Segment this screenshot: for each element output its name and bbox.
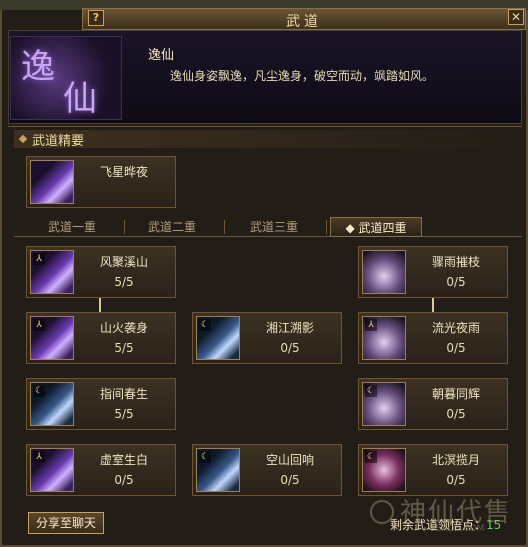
remaining-points-value: 15 bbox=[486, 518, 502, 532]
skill-node-name: 朝暮同辉 bbox=[431, 387, 480, 401]
skill-node-liuguangyeyu[interactable]: ⅄ 流光夜雨 0/5 bbox=[358, 312, 508, 364]
skill-node-name: 风聚溪山 bbox=[99, 255, 148, 269]
blue-slash-icon: ☾ bbox=[196, 316, 240, 360]
skill-node-progress: 0/5 bbox=[280, 341, 300, 355]
skill-node-name: 山火袭身 bbox=[99, 321, 148, 335]
blue-slash-icon: ☾ bbox=[30, 382, 74, 426]
essentials-node-name: 飞星晔夜 bbox=[99, 165, 148, 179]
skill-node-name: 湘江溯影 bbox=[265, 321, 314, 335]
emblem-glyph-2: 仙 bbox=[63, 79, 97, 119]
purple-slash-icon bbox=[30, 160, 74, 204]
essentials-node[interactable]: 飞星晔夜 bbox=[26, 156, 176, 208]
skill-node-kongshanhuixiang[interactable]: ☾ 空山回响 0/5 bbox=[192, 444, 342, 496]
tier-badge-icon: ⅄ bbox=[33, 253, 45, 265]
skill-node-xiangjiangsuying[interactable]: ☾ 湘江溯影 0/5 bbox=[192, 312, 342, 364]
tier-badge-icon: ☾ bbox=[365, 451, 377, 463]
skill-node-shanhuoxishen[interactable]: ⅄ 山火袭身 5/5 bbox=[26, 312, 176, 364]
purple-slash-icon: ⅄ bbox=[30, 448, 74, 492]
skill-node-name: 空山回响 bbox=[265, 453, 314, 467]
remaining-points-label: 剩余武道领悟点： bbox=[390, 518, 487, 532]
tier-badge-icon: ⅄ bbox=[365, 319, 377, 331]
skill-node-name: 流光夜雨 bbox=[431, 321, 480, 335]
tier-badge-icon: ☾ bbox=[199, 319, 211, 331]
skill-node-progress: 0/5 bbox=[114, 473, 134, 487]
blue-slash-icon: ☾ bbox=[196, 448, 240, 492]
skill-node-progress: 5/5 bbox=[114, 341, 134, 355]
tier-badge-icon: ☾ bbox=[365, 385, 377, 397]
skill-node-zhijianchunsheng[interactable]: ☾ 指间春生 5/5 bbox=[26, 378, 176, 430]
skill-node-progress: 0/5 bbox=[446, 407, 466, 421]
lilac-burst-icon: ⅄ bbox=[362, 316, 406, 360]
share-to-chat-button[interactable]: 分享至聊天 bbox=[28, 512, 104, 534]
school-emblem-icon: 逸 仙 bbox=[10, 36, 122, 120]
tab-separator bbox=[326, 220, 327, 234]
tab-separator bbox=[224, 220, 225, 234]
skill-node-progress: 0/5 bbox=[280, 473, 300, 487]
tab-tier-2[interactable]: 武道二重 bbox=[128, 217, 216, 237]
skill-node-xushishengbai[interactable]: ⅄ 虚室生白 0/5 bbox=[26, 444, 176, 496]
help-button[interactable]: ? bbox=[88, 10, 104, 26]
skill-node-progress: 0/5 bbox=[446, 275, 466, 289]
tier-badge-icon: ⅄ bbox=[33, 451, 45, 463]
skill-node-zhaomutonghui[interactable]: ☾ 朝暮同辉 0/5 bbox=[358, 378, 508, 430]
skill-node-name: 北溟揽月 bbox=[431, 453, 480, 467]
tab-tier-4[interactable]: ◆ 武道四重 bbox=[330, 217, 422, 237]
lilac-burst-icon: ☾ bbox=[362, 382, 406, 426]
skill-node-beimingluyue[interactable]: ☾ 北溟揽月 0/5 bbox=[358, 444, 508, 496]
purple-slash-icon: ⅄ bbox=[30, 316, 74, 360]
tier-tabs: 武道一重 武道二重 武道三重 ◆ 武道四重 bbox=[14, 217, 522, 237]
lilac-burst-icon bbox=[362, 250, 406, 294]
tree-connector bbox=[432, 298, 434, 312]
skill-node-name: 指间春生 bbox=[99, 387, 148, 401]
essentials-label: 武道精要 bbox=[14, 130, 522, 149]
skill-node-progress: 0/5 bbox=[446, 341, 466, 355]
tab-tier-3[interactable]: 武道三重 bbox=[228, 217, 320, 237]
remaining-points: 剩余武道领悟点：15 bbox=[390, 516, 501, 533]
skill-node-zhouyucuizhi[interactable]: 骤雨摧枝 0/5 bbox=[358, 246, 508, 298]
purple-slash-icon: ⅄ bbox=[30, 250, 74, 294]
skill-node-progress: 5/5 bbox=[114, 275, 134, 289]
tier-badge-icon: ⅄ bbox=[33, 319, 45, 331]
title-bar[interactable]: 武道 bbox=[82, 8, 526, 30]
tab-tier-1[interactable]: 武道一重 bbox=[28, 217, 116, 237]
skill-node-name: 虚室生白 bbox=[99, 453, 148, 467]
skill-node-fengjuxishan[interactable]: ⅄ 风聚溪山 5/5 bbox=[26, 246, 176, 298]
skill-node-progress: 5/5 bbox=[114, 407, 134, 421]
skill-name: 逸仙 bbox=[148, 48, 175, 63]
skill-description: 逸仙身姿飘逸，凡尘逸身，破空而动，飒踏如风。 bbox=[170, 69, 435, 83]
divider bbox=[8, 126, 522, 127]
skill-node-progress: 0/5 bbox=[446, 473, 466, 487]
tier-badge-icon: ☾ bbox=[33, 385, 45, 397]
tree-connector bbox=[99, 298, 101, 312]
window-title: 武道 bbox=[286, 14, 322, 30]
rose-burst-icon: ☾ bbox=[362, 448, 406, 492]
skill-node-name: 骤雨摧枝 bbox=[431, 255, 480, 269]
tab-separator bbox=[124, 220, 125, 234]
emblem-glyph-1: 逸 bbox=[21, 47, 55, 87]
tier-badge-icon: ☾ bbox=[199, 451, 211, 463]
close-button[interactable]: ✕ bbox=[508, 9, 524, 25]
